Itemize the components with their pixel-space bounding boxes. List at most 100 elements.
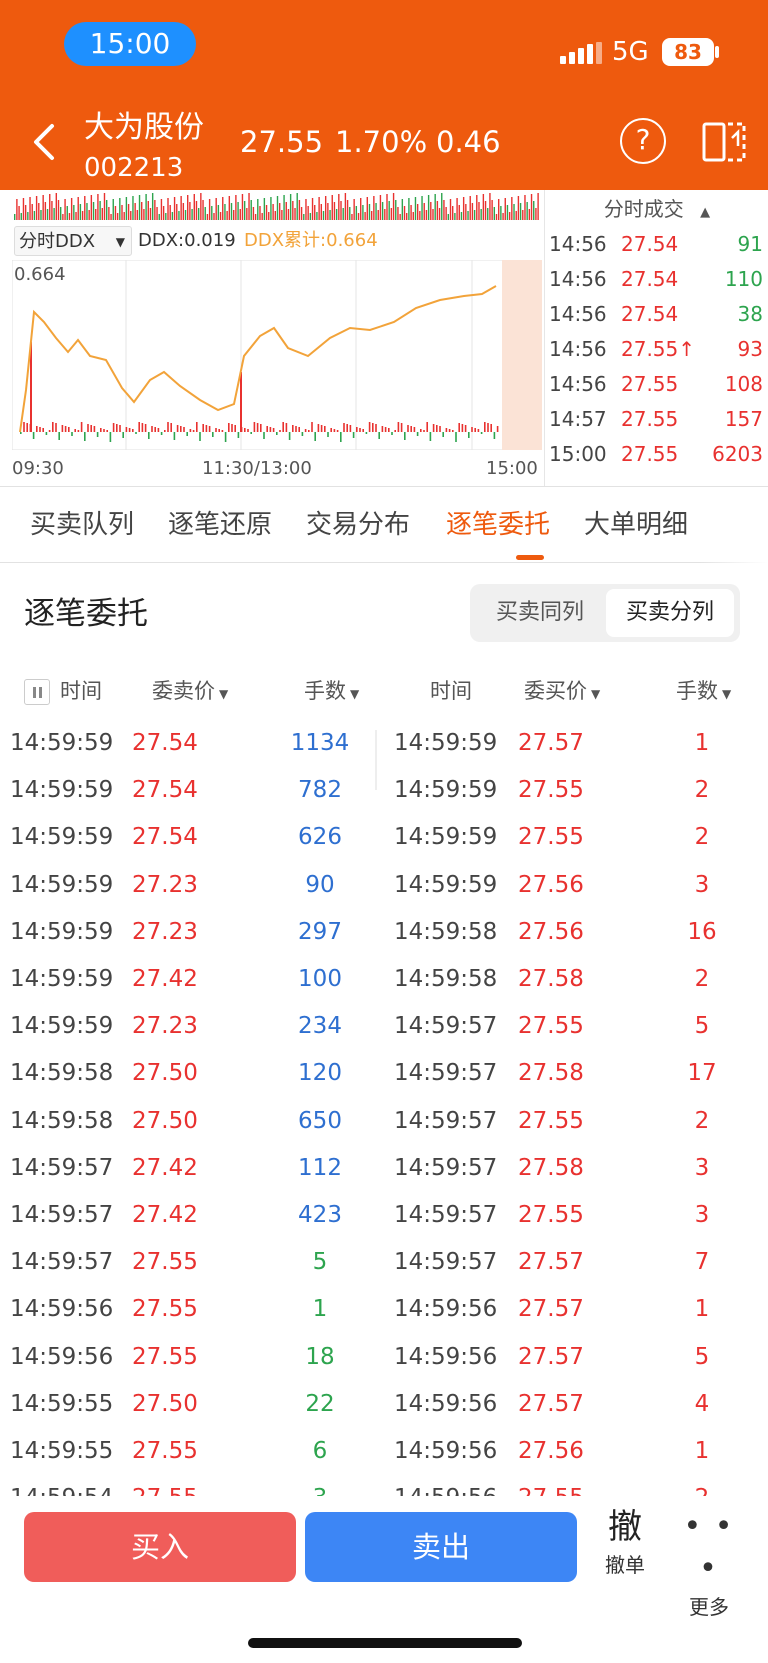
volume-strip-bar (353, 199, 355, 220)
volume-strip-bar (90, 195, 93, 220)
volume-strip-bar (294, 208, 296, 220)
sell-order-time: 14:59:59 (10, 966, 114, 992)
col-sell-price[interactable]: 委卖价 ▼ (152, 676, 228, 709)
tab-0[interactable]: 买卖队列 (30, 505, 134, 545)
indicator-select[interactable]: 分时DDX ▼ (14, 226, 132, 256)
volume-strip-bar (322, 211, 325, 220)
tick-trade-price: 27.54 (621, 232, 679, 256)
volume-strip-bar (340, 201, 342, 220)
intraday-chart[interactable]: 分时DDX ▼ DDX:0.019 DDX累计:0.664 0.664 09:3… (0, 190, 542, 486)
col-buy-price-label: 委买价 (524, 679, 587, 703)
ddx-bar (452, 430, 454, 432)
col-sell-qty[interactable]: 手数 ▼ (304, 676, 359, 709)
stock-change-pct: 1.70% (335, 125, 428, 159)
volume-strip-bar (145, 194, 147, 220)
ddx-bar (324, 426, 326, 432)
seg-split-column[interactable]: 买卖分列 (606, 589, 734, 637)
ddx-bar (442, 432, 444, 437)
volume-strip-bar (324, 196, 327, 220)
volume-strip-bar (412, 212, 414, 220)
volume-strip-bar (57, 200, 60, 220)
ddx-bar (100, 428, 102, 432)
volume-strip-bar (222, 197, 224, 220)
volume-strip-bar (452, 206, 454, 220)
buy-order-price: 27.57 (518, 730, 584, 756)
buy-order-time: 14:59:56 (394, 1475, 497, 1496)
tick-trade-volume: 110 (724, 267, 763, 291)
ddx-bar (493, 432, 496, 439)
sort-down-icon: ▼ (591, 687, 601, 701)
sell-order-qty: 782 (298, 777, 342, 804)
buy-order-qty: 2 (694, 777, 710, 804)
volume-strip-bar (200, 193, 202, 220)
order-row: 14:59:58 27.50 650 14:59:57 27.55 2 (0, 1098, 768, 1145)
volume-strip-bar (502, 213, 504, 220)
tick-trade-row: 14:56 27.54 38 (545, 296, 768, 333)
more-button[interactable]: • • • 更多 (676, 1506, 742, 1624)
volume-strip-bar (491, 200, 493, 220)
order-row: 14:59:56 27.55 18 14:59:56 27.57 5 (0, 1334, 768, 1381)
volume-strip-bar (123, 212, 125, 220)
ddx-bar (407, 425, 409, 432)
volume-strip-bar (224, 204, 226, 220)
seg-same-column[interactable]: 买卖同列 (476, 589, 604, 637)
volume-strip-bar (289, 194, 292, 220)
volume-strip-bar (300, 207, 303, 220)
sell-order-price: 27.50 (132, 1060, 198, 1087)
tab-4[interactable]: 大单明细 (584, 505, 688, 545)
buy-order-qty: 4 (694, 1390, 710, 1417)
back-arrow-icon[interactable] (22, 114, 70, 170)
order-row: 14:59:55 27.50 22 14:59:56 27.57 4 (0, 1381, 768, 1428)
ddx-bar (112, 423, 115, 432)
tick-trade-row: 14:56 27.55 108 (545, 366, 768, 403)
tab-1[interactable]: 逐笔还原 (168, 505, 272, 545)
buy-order-qty: 2 (694, 824, 710, 851)
buy-order-qty: 3 (694, 871, 710, 898)
volume-strip-bar (379, 195, 382, 220)
switch-stock-icon[interactable] (700, 116, 750, 168)
axis-time-mid: 11:30/13:00 (202, 458, 312, 479)
ddx-bar (122, 432, 124, 438)
ddx-bar (180, 426, 182, 432)
tab-3[interactable]: 逐笔委托 (446, 505, 550, 545)
order-table[interactable]: 14:59:59 27.54 1134 14:59:59 27.57 1 14:59:59 2… (0, 720, 768, 1496)
volume-strip-bar (228, 196, 231, 220)
volume-strip-bar (386, 194, 388, 220)
buy-order-qty: 2 (694, 966, 710, 992)
col-sell-price-label: 委卖价 (152, 679, 215, 703)
volume-strip-bar (230, 203, 233, 220)
ddx-bar (394, 430, 396, 432)
ddx-bar (413, 427, 416, 432)
sell-order-time: 14:59:58 (10, 1107, 114, 1134)
col-buy-qty[interactable]: 手数 ▼ (676, 676, 731, 709)
volume-strip-bar (248, 193, 250, 220)
volume-strip-bar (184, 210, 187, 220)
sell-order-time: 14:59:55 (10, 1390, 114, 1417)
buy-order-price: 27.57 (518, 1249, 584, 1276)
tab-2[interactable]: 交易分布 (306, 505, 410, 545)
axis-time-end: 15:00 (486, 458, 538, 479)
ddx-bar (61, 425, 64, 432)
volume-strip-bar (530, 194, 533, 220)
ddx-bar (346, 424, 348, 432)
ddx-value: DDX:0.019 (138, 230, 236, 251)
buy-order-price: 27.55 (518, 824, 584, 851)
ddx-bar (372, 423, 374, 432)
tick-trades-panel[interactable]: 分时成交 ▲ 14:56 27.54 91 14:56 27.54 110 14:56 27.… (544, 190, 768, 486)
volume-strip-bar (187, 195, 189, 220)
tick-trade-row: 14:56 27.54 91 (545, 226, 768, 263)
sell-button[interactable]: 卖出 (305, 1512, 577, 1582)
cancel-order-button[interactable]: 撤 撤单 (592, 1506, 658, 1582)
volume-strip-bar (134, 203, 136, 220)
ddx-bar (471, 427, 473, 432)
volume-strip-bar (316, 212, 318, 220)
help-icon[interactable]: ? (620, 118, 666, 164)
tick-trades-title[interactable]: 分时成交 ▲ (545, 194, 768, 228)
volume-strip-bar (403, 206, 406, 220)
ddx-bar (202, 424, 204, 432)
buy-button[interactable]: 买入 (24, 1512, 296, 1582)
volume-strip-bar (73, 205, 75, 220)
col-buy-price[interactable]: 委买价 ▼ (524, 676, 600, 709)
pause-icon[interactable] (24, 679, 50, 705)
ddx-bar (448, 429, 451, 432)
